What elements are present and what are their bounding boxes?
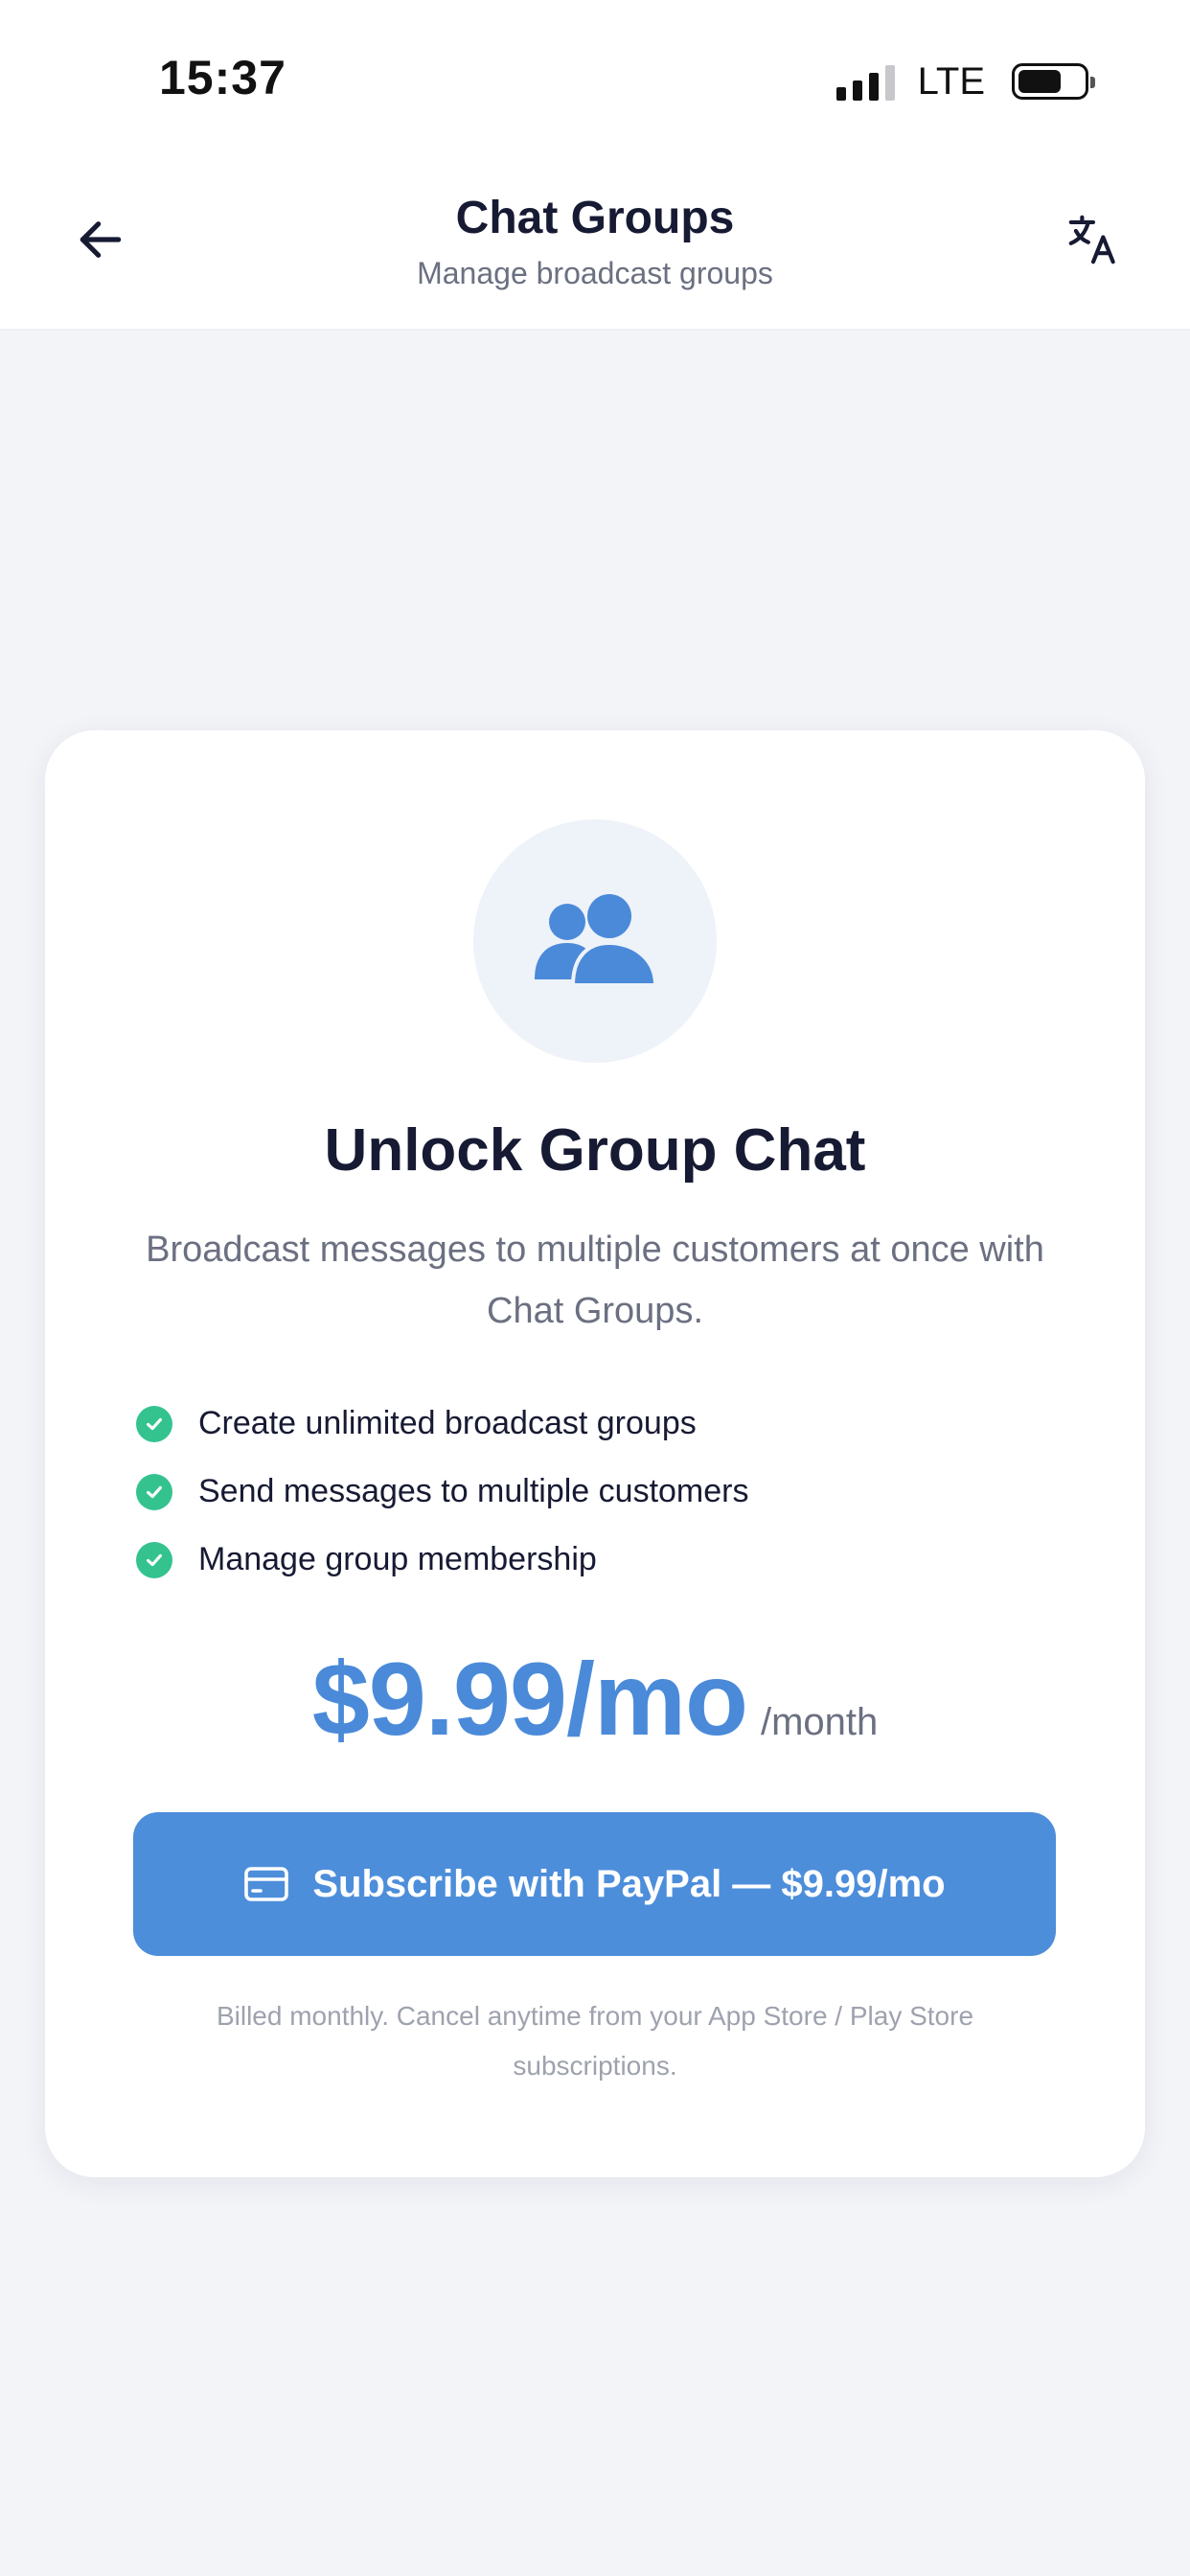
feature-item: Send messages to multiple customers [136, 1458, 748, 1526]
app-header: Chat Groups Manage broadcast groups [0, 163, 1190, 331]
group-avatar [473, 819, 717, 1063]
credit-card-icon [244, 1867, 289, 1901]
translate-icon [1068, 215, 1115, 264]
paywall-card: Unlock Group Chat Broadcast messages to … [45, 730, 1145, 2177]
card-title: Unlock Group Chat [324, 1117, 866, 1184]
feature-list: Create unlimited broadcast groups Send m… [136, 1390, 748, 1594]
feature-text: Create unlimited broadcast groups [198, 1405, 697, 1441]
check-circle-icon [136, 1473, 172, 1510]
price-amount: $9.99/mo [311, 1641, 748, 1757]
price-row: $9.99/mo /month [45, 1639, 1145, 1759]
feature-item: Create unlimited broadcast groups [136, 1390, 748, 1458]
users-icon [535, 894, 658, 987]
page-title: Chat Groups [455, 193, 735, 243]
battery-icon [1012, 63, 1095, 100]
network-label: LTE [917, 59, 985, 103]
feature-text: Send messages to multiple customers [198, 1473, 749, 1509]
signal-icon [835, 62, 895, 101]
feature-text: Manage group membership [198, 1541, 597, 1577]
status-time: 15:37 [159, 51, 286, 104]
price-period: /month [760, 1701, 879, 1743]
status-indicators: LTE [835, 58, 1095, 105]
billing-note: Billed monthly. Cancel anytime from your… [216, 2001, 974, 2081]
check-circle-icon [136, 1541, 172, 1578]
card-description: Broadcast messages to multiple customers… [146, 1230, 1044, 1331]
subscribe-paypal-button[interactable]: Subscribe with PayPal — $9.99/mo [133, 1812, 1056, 1956]
page-subtitle: Manage broadcast groups [417, 256, 773, 290]
subscribe-button-label: Subscribe with PayPal — $9.99/mo [312, 1862, 946, 1905]
feature-item: Manage group membership [136, 1526, 748, 1594]
check-circle-icon [136, 1405, 172, 1442]
status-bar: 15:37 LTE [0, 0, 1190, 163]
translate-button[interactable] [1060, 206, 1127, 273]
